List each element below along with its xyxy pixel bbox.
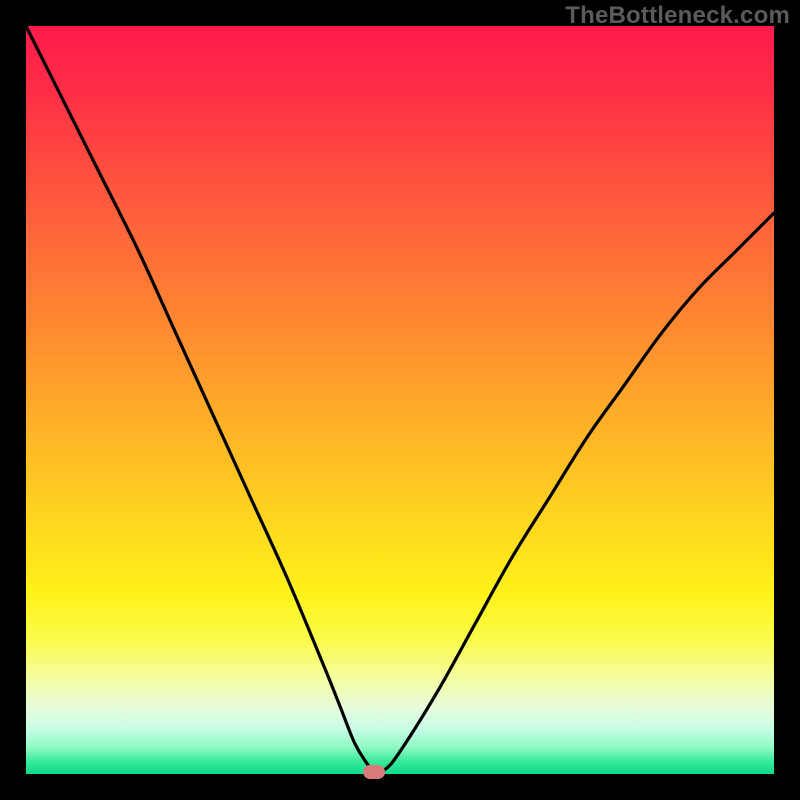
plot-area	[26, 26, 774, 774]
chart-frame: TheBottleneck.com	[0, 0, 800, 800]
curve-svg	[26, 26, 774, 774]
minimum-marker	[363, 765, 385, 779]
bottleneck-curve	[26, 26, 774, 772]
